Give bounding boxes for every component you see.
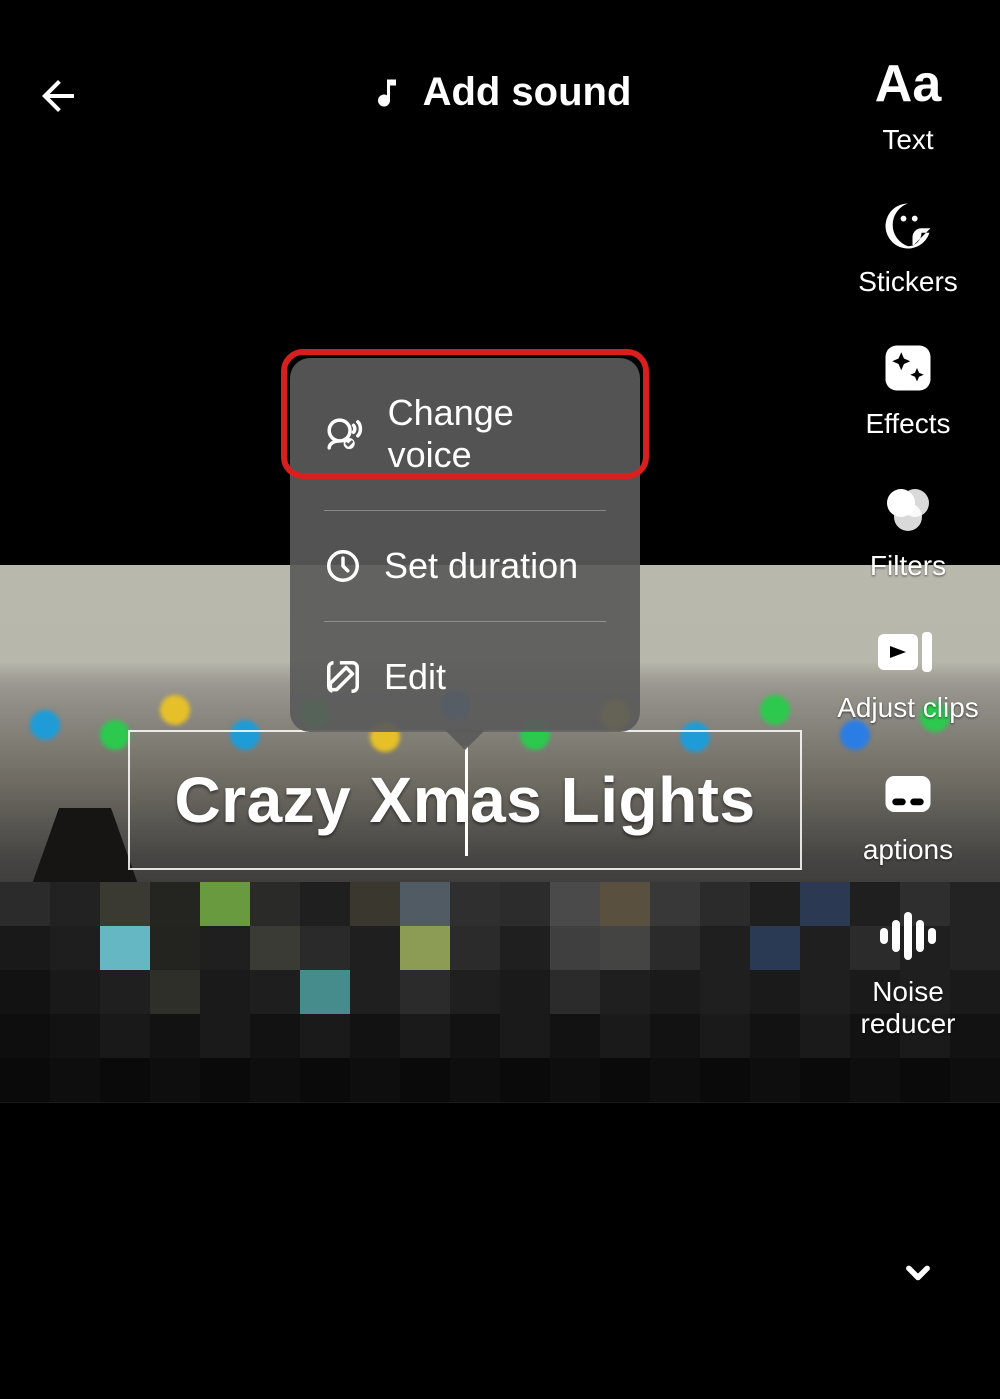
adjust-clips-icon <box>878 622 938 682</box>
voice-icon <box>324 413 366 455</box>
tool-noise-reducer-label: Noise reducer <box>861 976 956 1040</box>
chevron-down-icon <box>896 1250 940 1294</box>
filters-icon <box>878 480 938 540</box>
video-editor-screen: Crazy Xmas Lights Add sound Aa Text Stic… <box>0 0 1000 1399</box>
tool-filters-label: Filters <box>870 550 946 582</box>
text-caret <box>465 746 468 856</box>
effects-icon <box>878 338 938 398</box>
add-sound-label: Add sound <box>423 70 632 115</box>
noise-reducer-icon <box>878 906 938 966</box>
tool-adjust-clips-label: Adjust clips <box>837 692 979 724</box>
menu-set-duration-label: Set duration <box>384 545 578 587</box>
edit-icon <box>324 658 362 696</box>
tool-effects-label: Effects <box>865 408 950 440</box>
tool-captions-label: aptions <box>863 834 953 866</box>
menu-set-duration[interactable]: Set duration <box>324 510 606 621</box>
menu-change-voice-label: Change voice <box>388 392 606 476</box>
text-icon: Aa <box>878 54 938 114</box>
tool-adjust-clips[interactable]: Adjust clips <box>828 622 988 724</box>
tool-effects[interactable]: Effects <box>828 338 988 440</box>
text-options-popup: Change voice Set duration Edit <box>290 358 640 732</box>
text-overlay-box[interactable]: Crazy Xmas Lights <box>128 730 802 870</box>
music-note-icon <box>369 75 405 111</box>
menu-edit[interactable]: Edit <box>324 621 606 732</box>
tool-text-label: Text <box>882 124 933 156</box>
more-tools-button[interactable] <box>896 1250 940 1299</box>
menu-edit-label: Edit <box>384 656 446 698</box>
arrow-left-icon <box>34 72 82 120</box>
tool-captions[interactable]: aptions <box>828 764 988 866</box>
back-button[interactable] <box>28 66 88 126</box>
tool-filters[interactable]: Filters <box>828 480 988 582</box>
captions-icon <box>878 764 938 824</box>
tool-text[interactable]: Aa Text <box>828 54 988 156</box>
menu-change-voice[interactable]: Change voice <box>290 358 640 510</box>
tool-stickers-label: Stickers <box>858 266 958 298</box>
tool-noise-reducer[interactable]: Noise reducer <box>828 906 988 1040</box>
sticker-icon <box>878 196 938 256</box>
tool-stickers[interactable]: Stickers <box>828 196 988 298</box>
popup-tail <box>445 730 485 750</box>
right-toolbar: Aa Text Stickers Effects Filters <box>828 54 988 1040</box>
clock-icon <box>324 547 362 585</box>
add-sound-button[interactable]: Add sound <box>369 70 632 115</box>
